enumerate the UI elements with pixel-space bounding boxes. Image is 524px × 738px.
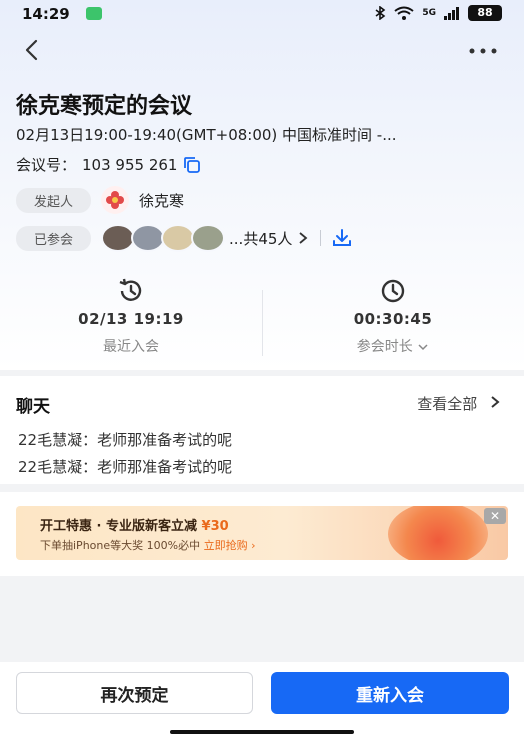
status-bar: 14:29 5G 88: [0, 0, 524, 28]
meeting-number-label: 会议号：: [16, 156, 77, 174]
meeting-header-panel: 14:29 5G 88 徐克寒预定的会议 02月13日19:00-19:40(G…: [0, 0, 524, 370]
avatar: [131, 224, 166, 252]
promo-title-text: 开工特惠 · 专业版新客立减: [40, 519, 197, 534]
meeting-number-row: 会议号： 103 955 261: [16, 154, 201, 175]
avatar: [161, 224, 196, 252]
copy-icon[interactable]: [183, 156, 201, 174]
chat-section: 聊天 查看全部 22毛慧凝：老师那准备考试的呢 22毛慧凝：老师那准备考试的呢: [0, 376, 524, 484]
host-label: 发起人: [16, 187, 92, 213]
promo-section: 开工特惠 · 专业版新客立减 ¥30 下单抽iPhone等大奖 100%必中 立…: [0, 492, 524, 576]
promo-title: 开工特惠 · 专业版新客立减 ¥30: [40, 515, 229, 534]
view-all-label: 查看全部: [417, 395, 478, 413]
status-indicators: 5G 88: [374, 5, 502, 21]
last-join-stat: 02/13 19:19 最近入会: [0, 276, 262, 356]
duration-label-row: 参会时长: [262, 336, 524, 356]
joined-label: 已参会: [16, 225, 92, 251]
more-options-button[interactable]: [468, 46, 498, 55]
view-all-chat-button[interactable]: 查看全部: [417, 393, 500, 414]
chat-title: 聊天: [16, 397, 50, 417]
wifi-icon: [394, 6, 414, 20]
more-dots-icon[interactable]: [468, 47, 498, 55]
participant-avatars: [101, 224, 226, 252]
meeting-time-range: 02月13日19:00-19:40(GMT+08:00) 中国标准时间 -...: [16, 126, 397, 144]
clock-icon: [381, 279, 405, 303]
host-row: 发起人 徐克寒: [16, 186, 184, 214]
promo-subtitle-text: 下单抽iPhone等大奖 100%必中: [40, 539, 201, 552]
back-button[interactable]: [18, 36, 46, 64]
status-time: 14:29: [22, 5, 70, 23]
attendance-stats: 02/13 19:19 最近入会 00:30:45 参会时长: [0, 276, 524, 366]
meeting-title: 徐克寒预定的会议: [16, 94, 193, 119]
participant-count[interactable]: ...共45人: [229, 228, 292, 249]
signal-icon: [444, 6, 459, 20]
chat-message: 22毛慧凝：老师那准备考试的呢: [18, 458, 233, 476]
bluetooth-icon: [375, 6, 386, 20]
promo-cta[interactable]: 立即抢购: [204, 539, 248, 552]
avatar: [191, 224, 226, 252]
meeting-number: 103 955 261: [82, 155, 178, 174]
host-avatar: [101, 186, 130, 214]
network-type: 5G: [422, 8, 436, 18]
rebook-button[interactable]: 再次预定: [16, 672, 253, 714]
promo-subtitle: 下单抽iPhone等大奖 100%必中 立即抢购 ›: [40, 537, 255, 553]
chevron-right-icon[interactable]: [298, 231, 308, 245]
history-icon: [119, 278, 142, 301]
duration-label: 参会时长: [356, 339, 413, 355]
promo-cta-arrow: ›: [251, 539, 256, 552]
promo-price: ¥30: [201, 519, 229, 534]
battery-indicator: 88: [468, 5, 502, 21]
participants-row[interactable]: 已参会 ...共45人: [16, 224, 353, 252]
rejoin-button[interactable]: 重新入会: [271, 672, 509, 714]
avatar: [101, 224, 136, 252]
download-icon[interactable]: [331, 227, 353, 249]
chat-message: 22毛慧凝：老师那准备考试的呢: [18, 431, 233, 449]
flower-avatar-icon: [106, 191, 125, 209]
promo-close-button[interactable]: ✕: [484, 508, 506, 524]
last-join-label: 最近入会: [103, 339, 159, 355]
duration-stat[interactable]: 00:30:45 参会时长: [262, 276, 524, 356]
chevron-right-icon[interactable]: [490, 395, 500, 409]
bottom-action-bar: 再次预定 重新入会: [0, 662, 524, 738]
divider: [320, 230, 322, 246]
app-notification-icon: [86, 7, 102, 20]
promo-gift-image: [388, 506, 488, 560]
home-indicator[interactable]: [170, 730, 354, 734]
promo-banner[interactable]: 开工特惠 · 专业版新客立减 ¥30 下单抽iPhone等大奖 100%必中 立…: [16, 506, 508, 560]
host-name: 徐克寒: [139, 191, 185, 210]
duration-value: 00:30:45: [353, 310, 433, 328]
last-join-value: 02/13 19:19: [78, 310, 184, 328]
chevron-down-icon[interactable]: [417, 343, 429, 351]
